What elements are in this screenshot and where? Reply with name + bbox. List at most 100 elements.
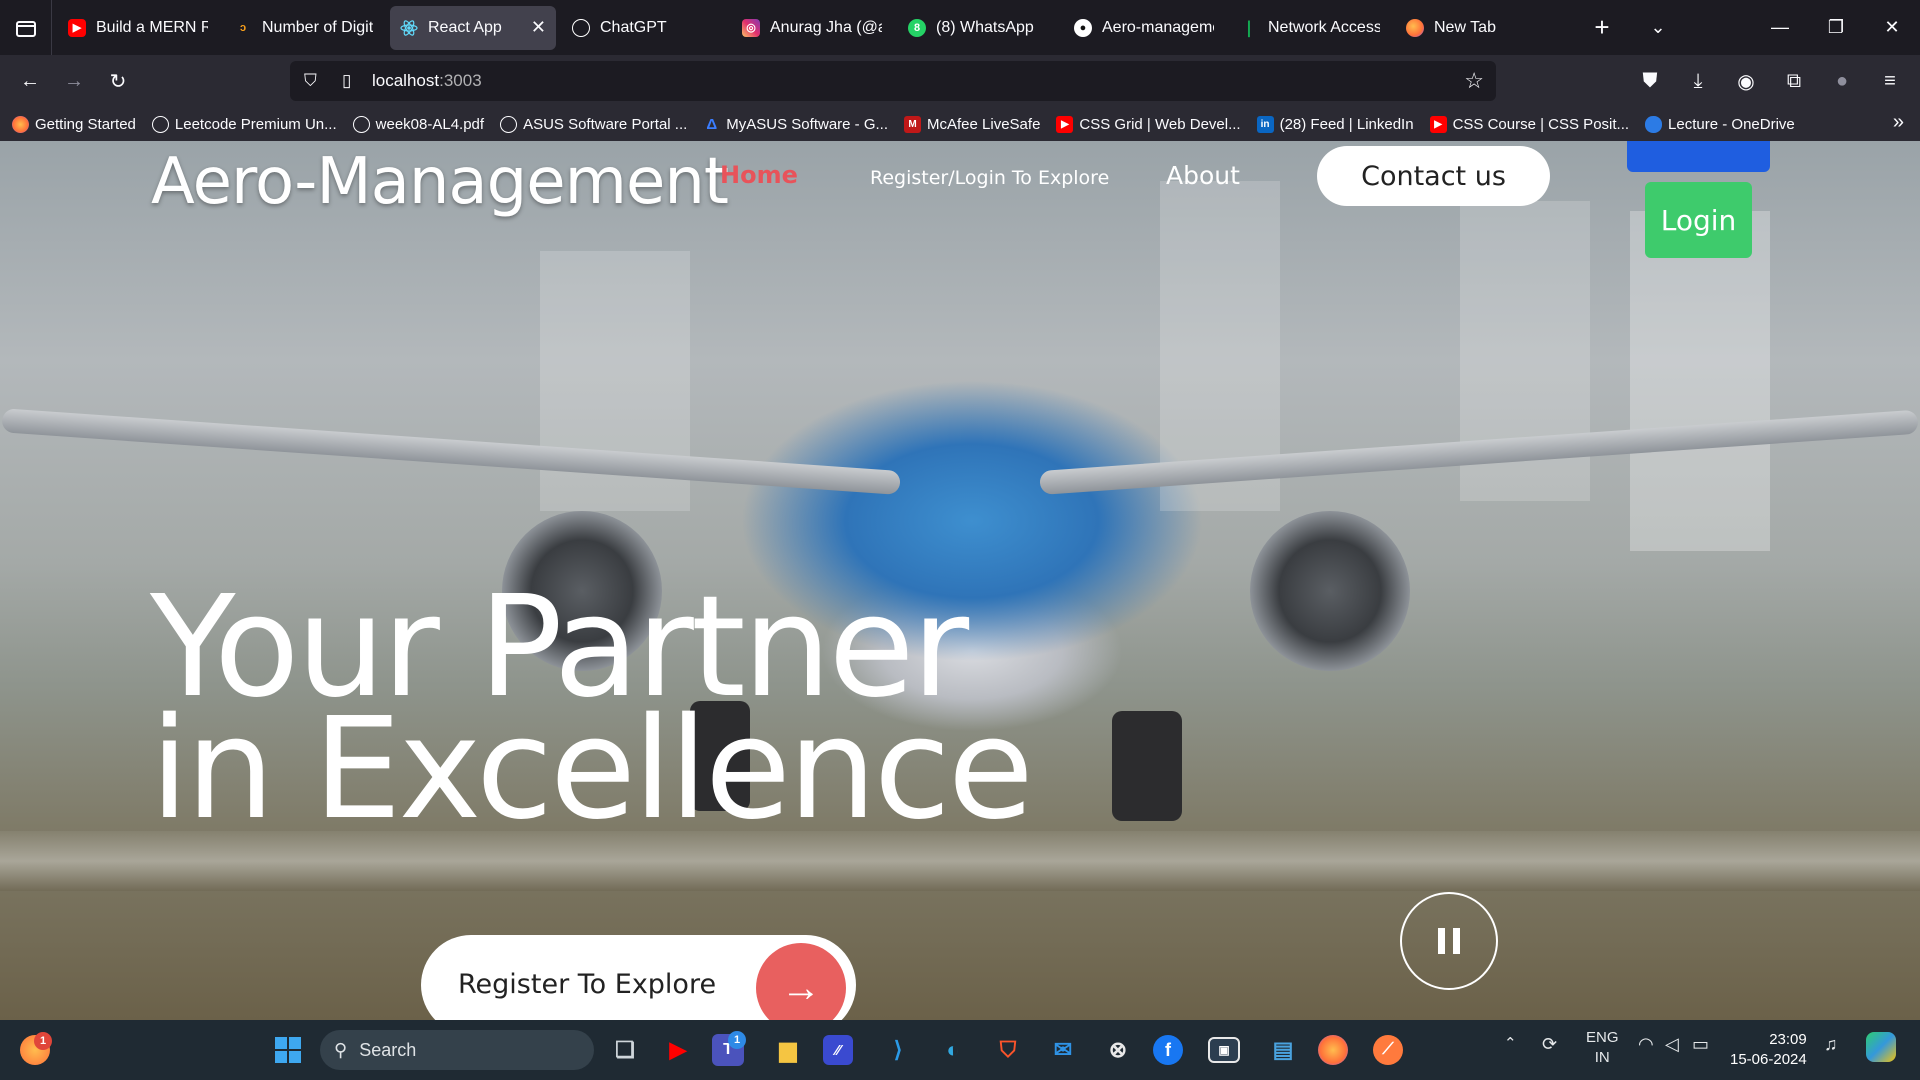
bookmark-2[interactable]: week08-AL4.pdf — [352, 115, 485, 133]
register-button[interactable] — [1627, 141, 1770, 172]
tab-2-active[interactable]: React App ✕ — [390, 5, 556, 50]
minimize-icon[interactable]: — — [1752, 0, 1808, 55]
tab-list-icon[interactable] — [0, 0, 52, 55]
instagram-icon: ◎ — [742, 18, 760, 37]
leetcode-icon: ͻ — [239, 21, 247, 34]
nav-home-link[interactable]: Home — [720, 161, 798, 189]
bookmark-star-icon[interactable]: ☆ — [1464, 68, 1484, 94]
shield-icon[interactable]: ⛉ — [304, 71, 334, 91]
arrow-right-icon[interactable]: → — [756, 943, 846, 1020]
dev-app-icon[interactable]: ⁄⁄ — [823, 1035, 853, 1065]
bookmark-label: Getting Started — [35, 115, 136, 133]
notepad-icon[interactable]: ▤ — [1263, 1030, 1303, 1070]
tab-6[interactable]: ● Aero-manageme — [1064, 6, 1224, 50]
contact-us-button[interactable]: Contact us — [1317, 146, 1550, 206]
clock-date: 15-06-2024 — [1730, 1051, 1807, 1068]
account-icon[interactable]: ◉ — [1724, 61, 1768, 101]
download-icon[interactable]: ⤓ — [1676, 61, 1720, 101]
bookmark-3[interactable]: ASUS Software Portal ... — [500, 115, 688, 133]
chevron-down-icon[interactable]: ⌄ — [1630, 0, 1686, 55]
mcafee-icon: M — [904, 115, 922, 133]
sync-icon[interactable]: ⟳ — [1542, 1034, 1557, 1055]
brave-icon[interactable]: ⛉ — [988, 1030, 1028, 1070]
new-tab-icon[interactable]: + — [1574, 0, 1630, 55]
tab-5[interactable]: 8 (8) WhatsApp — [898, 6, 1058, 50]
nav-register-login-link[interactable]: Register/Login To Explore — [870, 167, 1109, 189]
menu-icon[interactable]: ≡ — [1868, 61, 1912, 101]
tab-1[interactable]: ͻ Number of Digit — [224, 6, 384, 50]
copilot-icon[interactable] — [1866, 1032, 1896, 1062]
back-icon[interactable]: ← — [8, 61, 52, 101]
bookmark-label: CSS Grid | Web Devel... — [1079, 115, 1241, 133]
url-bar[interactable]: ⛉ ▯ localhost:3003 ☆ — [290, 61, 1496, 101]
mail-icon[interactable]: ✉ — [1043, 1030, 1083, 1070]
battery-icon[interactable]: ▭ — [1692, 1034, 1709, 1055]
system-clock[interactable]: 23:09 15-06-2024 — [1730, 1030, 1807, 1070]
edge-icon[interactable]: ◐ — [933, 1030, 973, 1070]
reload-icon[interactable]: ↻ — [96, 61, 140, 101]
vscode-icon[interactable]: ⟩ — [878, 1030, 918, 1070]
notification-bell-icon[interactable]: ♫ — [1824, 1034, 1838, 1055]
forward-icon[interactable]: → — [52, 61, 96, 101]
browser-nav-bar: ← → ↻ ⛉ ▯ localhost:3003 ☆ ⛊ ⤓ ◉ ⧉ ● ≡ — [0, 55, 1920, 107]
xbox-icon[interactable]: ⊗ — [1098, 1030, 1138, 1070]
bookmark-5[interactable]: M McAfee LiveSafe — [904, 115, 1040, 133]
bookmark-label: CSS Course | CSS Posit... — [1452, 115, 1630, 133]
page-icon[interactable]: ▯ — [342, 71, 372, 91]
bookmark-1[interactable]: Leetcode Premium Un... — [151, 115, 337, 133]
bookmark-label: Lecture - OneDrive — [1668, 115, 1795, 133]
site-logo[interactable]: Aero-Management — [151, 145, 729, 219]
bookmark-4[interactable]: Δ MyASUS Software - G... — [703, 116, 888, 133]
language-indicator[interactable]: ENG IN — [1586, 1028, 1619, 1068]
video-pause-button[interactable] — [1400, 892, 1498, 990]
tab-title: (8) WhatsApp — [936, 18, 1034, 36]
weather-widget-icon[interactable]: 1 — [20, 1032, 52, 1065]
tab-3[interactable]: ChatGPT — [562, 6, 722, 50]
extension-icon[interactable]: ● — [1820, 61, 1864, 101]
wifi-icon[interactable]: ◠ — [1638, 1034, 1654, 1055]
bookmark-label: ASUS Software Portal ... — [523, 115, 688, 133]
youtube-app-icon[interactable]: ▶ — [658, 1030, 698, 1070]
tab-4[interactable]: ◎ Anurag Jha (@anu — [732, 6, 892, 50]
store-icon[interactable]: ▣ — [1208, 1037, 1240, 1063]
firefox-icon — [12, 115, 29, 133]
background-building — [1630, 211, 1770, 551]
chevron-right-double-icon[interactable]: » — [1893, 111, 1904, 134]
globe-icon — [151, 115, 169, 133]
restore-icon[interactable]: ❐ — [1808, 0, 1864, 55]
volume-icon[interactable]: ◁ — [1665, 1034, 1679, 1055]
tab-7[interactable]: ❘ Network Access | — [1230, 6, 1390, 50]
bookmark-0[interactable]: Getting Started — [12, 115, 136, 133]
tab-8[interactable]: New Tab — [1396, 6, 1556, 50]
task-view-icon[interactable]: ❏ — [605, 1030, 645, 1070]
close-icon[interactable]: ✕ — [531, 17, 546, 38]
teams-icon[interactable]: T1 — [712, 1031, 746, 1066]
nav-about-link[interactable]: About — [1166, 161, 1240, 190]
postman-icon[interactable]: ⟋ — [1373, 1035, 1403, 1065]
chevron-up-icon[interactable]: ⌃ — [1504, 1034, 1517, 1052]
taskbar-search-box[interactable]: ⚲ Search — [320, 1030, 594, 1070]
tab-0[interactable]: ▶ Build a MERN Re — [58, 6, 218, 50]
pocket-icon[interactable]: ⛊ — [1628, 61, 1672, 101]
bookmark-9[interactable]: Lecture - OneDrive — [1645, 115, 1795, 133]
register-to-explore-button[interactable]: Register To Explore → — [421, 935, 856, 1020]
bookmark-8[interactable]: ▶ CSS Course | CSS Posit... — [1429, 115, 1630, 133]
bookmark-label: week08-AL4.pdf — [375, 115, 485, 133]
extensions-icon[interactable]: ⧉ — [1772, 61, 1816, 101]
hero-title: Your Partner in Excellence — [150, 578, 1034, 840]
bookmark-label: MyASUS Software - G... — [726, 115, 889, 133]
onedrive-icon — [1645, 115, 1663, 133]
windows-start-icon[interactable] — [268, 1030, 308, 1070]
firefox-taskbar-icon[interactable] — [1318, 1035, 1348, 1065]
react-icon — [400, 19, 418, 37]
file-explorer-icon[interactable]: ▆ — [768, 1030, 808, 1070]
bookmark-6[interactable]: ▶ CSS Grid | Web Devel... — [1056, 115, 1241, 133]
bookmark-7[interactable]: in (28) Feed | LinkedIn — [1256, 115, 1414, 133]
windows-taskbar: 1 ⚲ Search ❏ ▶ T1 ▆ ⁄⁄ ⟩ ◐ ⛉ ✉ ⊗ f ▣ ▤ ⟋… — [0, 1020, 1920, 1080]
login-button[interactable]: Login — [1645, 182, 1752, 258]
pause-icon-bar — [1438, 928, 1445, 954]
page-viewport: Aero-Management Home Register/Login To E… — [0, 141, 1920, 1020]
url-host: localhost — [372, 71, 440, 90]
window-close-icon[interactable]: ✕ — [1864, 0, 1920, 55]
facebook-icon[interactable]: f — [1153, 1035, 1183, 1065]
